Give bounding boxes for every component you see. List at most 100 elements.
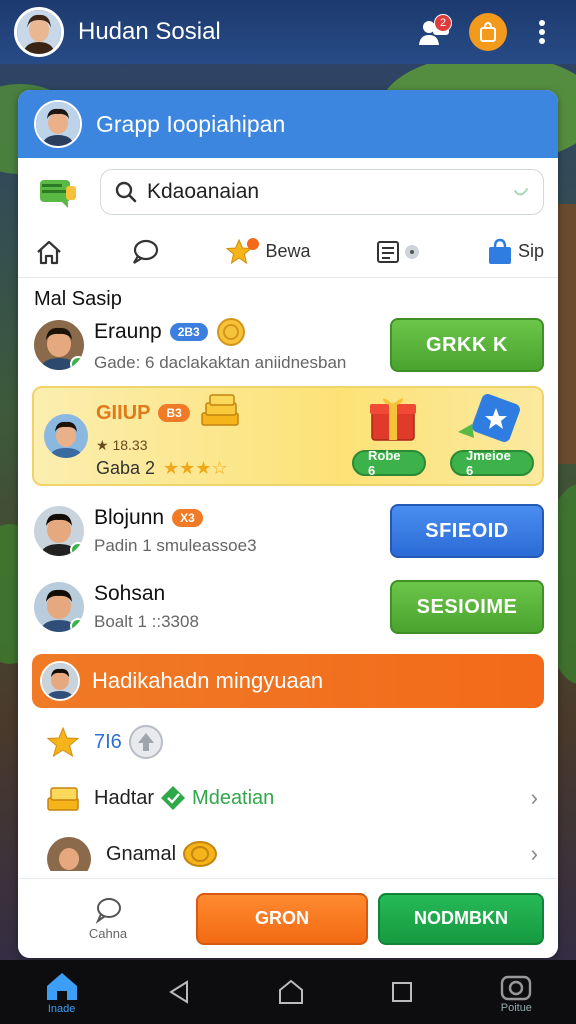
app-bar: Hudan Sosial 2 xyxy=(0,0,576,64)
list-item-label: Gnamal xyxy=(106,842,177,865)
list-item-label: Hadtar xyxy=(94,786,155,809)
online-indicator xyxy=(70,542,84,556)
search-value: Kdaoanaian xyxy=(147,180,260,203)
nav-shop-label: Sip xyxy=(517,241,544,261)
camera-icon xyxy=(501,975,532,1000)
system-nav-bar: Inade Poitue xyxy=(0,960,576,1024)
member-info: Blojunn X3 Padin 1 smuleassoe3 xyxy=(94,506,390,556)
blue-card-icon xyxy=(458,394,520,442)
section-title: Mal Sasip xyxy=(34,288,122,310)
search-input[interactable]: Kdaoanaian xyxy=(100,169,544,215)
list-item[interactable]: Gnamal › xyxy=(18,826,558,882)
home-icon xyxy=(46,972,77,1000)
member-row[interactable]: Blojunn X3 Padin 1 smuleassoe3 SFIEOID xyxy=(18,492,558,570)
member-info: Eraunp 2B3 Gade: 6 daclakaktan aniidnesb… xyxy=(94,317,390,373)
shop-bag-icon xyxy=(488,238,511,264)
chat-stack-icon xyxy=(40,180,76,208)
coins-stack-icon xyxy=(47,787,79,811)
featured-level-badge: B3 xyxy=(158,404,190,422)
coins-button[interactable] xyxy=(468,12,508,52)
nav-chat[interactable] xyxy=(130,238,160,266)
featured-points: ★ 18.33 xyxy=(96,437,148,453)
chat-outline-icon xyxy=(95,898,121,924)
member-action-button[interactable]: GRKK K xyxy=(390,318,544,372)
sysnav-recents[interactable] xyxy=(390,980,414,1004)
bag-icon xyxy=(480,21,496,42)
rating-stars: ★★★☆ xyxy=(163,458,228,478)
chevron-right-icon: › xyxy=(530,841,538,866)
member-status: Boalt 1 ::3308 xyxy=(94,612,199,631)
chat-bubble-icon xyxy=(132,239,158,264)
app-title: Hudan Sosial xyxy=(78,18,221,45)
nav-rewards-label: Bewa xyxy=(265,241,311,261)
home-icon xyxy=(37,240,61,264)
member-status: Padin 1 smuleassoe3 xyxy=(94,536,257,555)
voice-icon[interactable] xyxy=(513,185,529,199)
gold-medal-icon xyxy=(216,318,245,346)
sysnav-back[interactable] xyxy=(166,979,192,1005)
sysnav-home-label: Inade xyxy=(47,1002,76,1015)
star-icon xyxy=(46,726,80,758)
list-item[interactable]: 7I6 xyxy=(18,714,558,770)
sysnav-home-button[interactable] xyxy=(277,978,305,1006)
member-info: Sohsan Boalt 1 ::3308 xyxy=(94,582,390,632)
member-name: Blojunn xyxy=(94,506,165,529)
category-nav: Bewa Sip xyxy=(18,226,558,278)
featured-avatar xyxy=(44,414,88,458)
group-panel: Grapp Ioopiahipan Kdaoanaian Bewa Sip Ma… xyxy=(18,90,558,958)
recents-icon xyxy=(392,982,413,1002)
featured-card[interactable]: GIIUP B3 ★ 18.33 Gaba 2 ★★★☆ Robe 6 Jmei… xyxy=(32,386,544,486)
member-row[interactable]: Eraunp 2B3 Gade: 6 daclakaktan aniidnesb… xyxy=(18,314,558,376)
member-row[interactable]: Sohsan Boalt 1 ::3308 SESIOIME xyxy=(18,570,558,644)
highlight-banner[interactable]: Hadikahadn mingyuaan xyxy=(32,654,544,708)
reward-pill-1[interactable]: Robe 6 xyxy=(352,448,426,478)
online-indicator xyxy=(70,618,84,632)
messages-button[interactable] xyxy=(38,172,78,212)
profile-avatar[interactable] xyxy=(14,7,64,57)
sysnav-home[interactable]: Inade xyxy=(43,970,81,1015)
featured-rank: Gaba 2 xyxy=(96,458,156,478)
upgrade-icon[interactable] xyxy=(128,724,164,760)
search-row: Kdaoanaian xyxy=(18,158,558,226)
gift-box-icon xyxy=(370,398,416,441)
member-action-button[interactable]: SESIOIME xyxy=(390,580,544,634)
group-avatar[interactable] xyxy=(34,100,82,148)
panel-header: Grapp Ioopiahipan xyxy=(18,90,558,158)
avatar-thumb-icon xyxy=(47,837,91,871)
member-avatar xyxy=(34,320,84,370)
level-badge: X3 xyxy=(172,509,203,527)
banner-avatar xyxy=(40,661,80,701)
camera-label: Cahna xyxy=(88,926,128,941)
featured-name: GIIUP xyxy=(96,401,151,424)
list-item-label-secondary: Mdeatian xyxy=(192,786,275,809)
nav-home[interactable] xyxy=(34,238,64,266)
featured-info: GIIUP B3 ★ 18.33 Gaba 2 ★★★☆ xyxy=(96,393,242,479)
sysnav-profile-label: Poitue xyxy=(500,1001,532,1014)
level-badge: 2B3 xyxy=(169,323,208,341)
bottom-actions: Cahna GRON NODMBKN xyxy=(18,878,558,958)
panel-title: Grapp Ioopiahipan xyxy=(96,110,286,137)
nav-shop[interactable]: Sip xyxy=(486,238,544,266)
member-action-button[interactable]: SFIEOID xyxy=(390,504,544,558)
notification-badge: 2 xyxy=(434,14,452,32)
banner-text: Hadikahadn mingyuaan xyxy=(92,668,324,693)
list-item[interactable]: Hadtar Mdeatian › xyxy=(18,770,558,826)
join-button[interactable]: GRON xyxy=(196,892,368,945)
home-outline-icon xyxy=(278,979,303,1004)
star-badge-icon xyxy=(226,237,260,264)
member-avatar xyxy=(34,506,84,556)
member-avatar xyxy=(34,582,84,632)
member-name: Eraunp xyxy=(94,320,162,343)
search-icon xyxy=(115,181,137,203)
reward-pill-2[interactable]: Jmeioe 6 xyxy=(450,448,534,478)
camera-button[interactable]: Cahna xyxy=(68,896,148,941)
member-status: Gade: 6 daclakaktan aniidnesban xyxy=(94,353,347,372)
coin-icon xyxy=(183,841,218,867)
more-vertical-icon xyxy=(539,20,545,44)
friend-requests-button[interactable]: 2 xyxy=(414,12,454,52)
nav-news[interactable] xyxy=(376,239,420,265)
confirm-button[interactable]: NODMBKN xyxy=(378,892,544,945)
sysnav-profile[interactable]: Poitue xyxy=(499,971,533,1014)
more-menu-button[interactable] xyxy=(522,12,562,52)
nav-rewards[interactable]: Bewa xyxy=(225,237,311,267)
